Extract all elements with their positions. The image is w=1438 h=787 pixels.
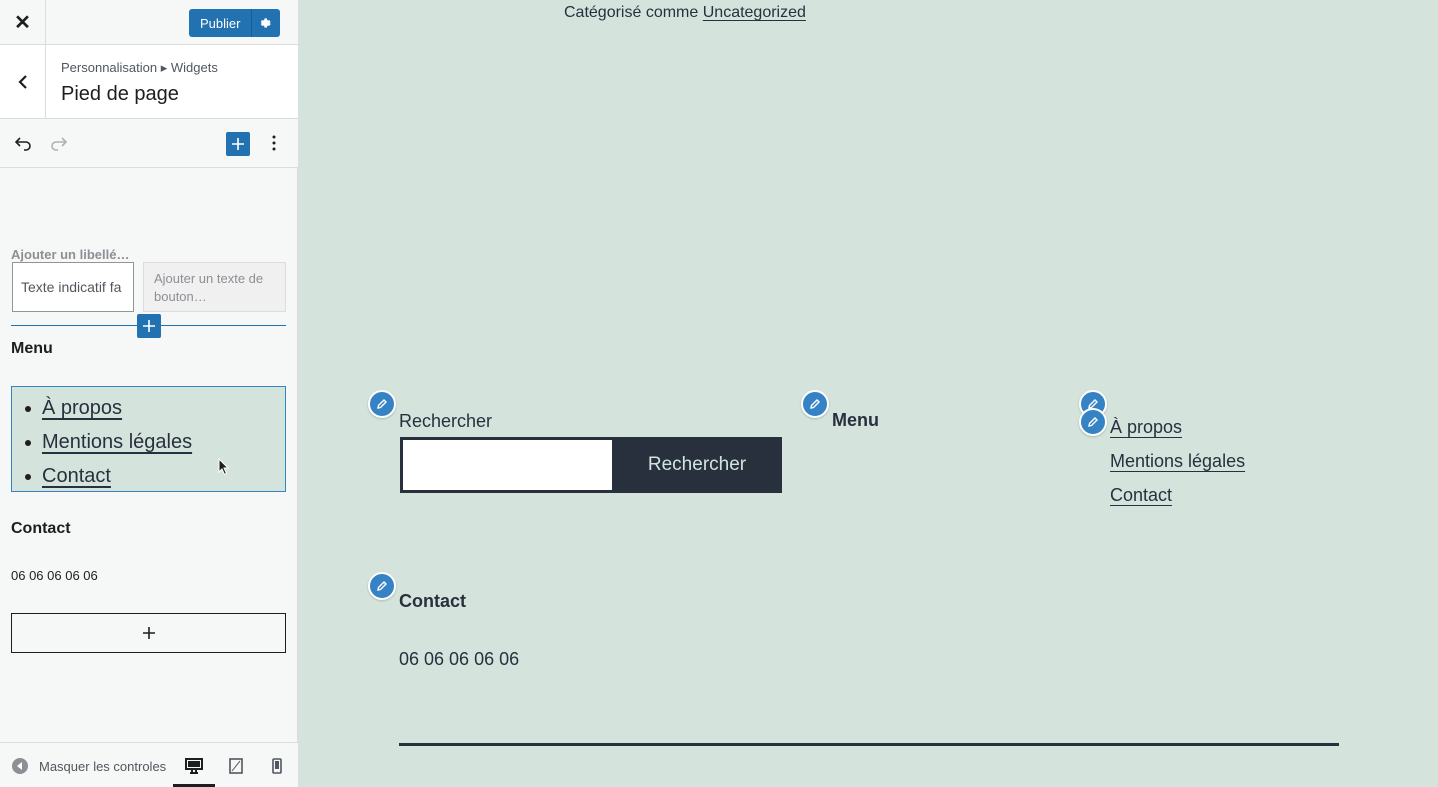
add-block-button[interactable] — [226, 132, 250, 156]
device-tablet-button[interactable] — [224, 755, 248, 777]
search-button[interactable]: Rechercher — [612, 437, 782, 493]
back-button[interactable] — [0, 45, 46, 118]
add-block-appender[interactable] — [11, 613, 286, 653]
list-item[interactable]: Contact — [1110, 478, 1245, 512]
block-toolbar — [0, 119, 298, 168]
site-preview: Catégorisé comme Uncategorized Recherche… — [299, 0, 1438, 787]
edit-shortcut-navigation-list[interactable] — [1079, 408, 1107, 436]
plus-icon — [143, 320, 155, 332]
edit-shortcut-contact[interactable] — [368, 572, 396, 600]
page-title: Pied de page — [61, 83, 179, 105]
phone-text: 06 06 06 06 06 — [399, 649, 520, 669]
customizer-topbar: ✕ Publier — [0, 0, 298, 45]
nav-link[interactable]: Mentions légales — [1110, 451, 1245, 471]
undo-icon — [14, 137, 31, 151]
tablet-icon — [229, 758, 243, 774]
gear-icon — [261, 18, 272, 28]
redo-button[interactable] — [47, 131, 71, 155]
menu-item-link[interactable]: À propos — [42, 397, 122, 419]
more-vertical-icon — [272, 135, 276, 151]
pencil-icon — [377, 399, 387, 409]
breadcrumb: Personnalisation ▸ Widgets — [61, 60, 218, 75]
search-label: Rechercher — [399, 411, 493, 431]
contact-heading[interactable]: Contact — [11, 520, 71, 538]
categories-prefix: Catégorisé comme — [564, 4, 699, 21]
publish-settings-button[interactable] — [252, 9, 280, 37]
publish-button[interactable]: Publier — [189, 9, 253, 37]
close-icon: ✕ — [14, 12, 31, 34]
menu-item-link[interactable]: Mentions légales — [42, 431, 192, 453]
collapse-left-icon — [17, 762, 22, 770]
customizer-footer: Masquer les controles — [0, 742, 298, 787]
collapse-sidebar-button[interactable] — [12, 758, 28, 774]
phone-paragraph[interactable]: 06 06 06 06 06 — [11, 568, 98, 583]
menu-item-link[interactable]: Contact — [42, 465, 111, 487]
search-label-placeholder[interactable]: Ajouter un libellé… — [11, 247, 129, 262]
search-button-placeholder[interactable]: Ajouter un texte de bouton… — [143, 262, 286, 312]
list-item[interactable]: À propos — [1110, 410, 1245, 444]
nav-link[interactable]: Contact — [1110, 485, 1172, 505]
category-link[interactable]: Uncategorized — [703, 4, 806, 21]
plus-icon — [142, 627, 155, 639]
redo-icon — [51, 137, 68, 151]
nav-link[interactable]: À propos — [1110, 417, 1182, 437]
chevron-left-icon — [17, 74, 27, 89]
list-item[interactable]: Mentions légales — [24, 425, 192, 459]
section-header: Personnalisation ▸ Widgets Pied de page — [0, 45, 298, 119]
list-item[interactable]: À propos — [24, 391, 192, 425]
customizer-sidebar: ✕ Publier Personnalisation ▸ Widgets Pie… — [0, 0, 298, 787]
collapse-label[interactable]: Masquer les controles — [39, 759, 167, 774]
pencil-icon — [1088, 417, 1098, 427]
search-input[interactable] — [403, 440, 612, 490]
navigation-block[interactable]: À propos Mentions légales Contact — [11, 386, 286, 492]
edit-shortcut-menu-heading[interactable] — [801, 390, 829, 418]
publish-group: Publier — [189, 9, 281, 37]
post-categories: Catégorisé comme Uncategorized — [564, 4, 806, 22]
contact-heading: Contact — [399, 591, 466, 611]
close-button[interactable]: ✕ — [0, 0, 46, 45]
undo-button[interactable] — [11, 131, 35, 155]
list-item[interactable]: Contact — [24, 459, 192, 493]
search-form: Rechercher — [400, 437, 782, 493]
desktop-icon — [185, 758, 203, 774]
plus-icon — [232, 138, 244, 150]
pencil-icon — [810, 399, 820, 409]
widget-editor: Ajouter un libellé… Texte indicatif fa A… — [0, 168, 298, 742]
footer-navigation: À propos Mentions légales Contact — [1110, 410, 1245, 512]
inline-inserter-button[interactable] — [137, 314, 161, 338]
list-item[interactable]: Mentions légales — [1110, 444, 1245, 478]
footer-divider — [399, 743, 1339, 746]
device-mobile-button[interactable] — [265, 755, 289, 777]
mouse-cursor-icon — [218, 458, 230, 476]
menu-heading[interactable]: Menu — [11, 340, 53, 358]
mobile-icon — [272, 758, 282, 774]
pencil-icon — [377, 581, 387, 591]
menu-heading: Menu — [832, 410, 879, 430]
more-options-button[interactable] — [262, 131, 286, 155]
menu-list: À propos Mentions légales Contact — [24, 391, 192, 493]
edit-shortcut-search[interactable] — [368, 390, 396, 418]
search-input-placeholder[interactable]: Texte indicatif fa — [12, 262, 134, 312]
device-desktop-button[interactable] — [182, 755, 206, 777]
